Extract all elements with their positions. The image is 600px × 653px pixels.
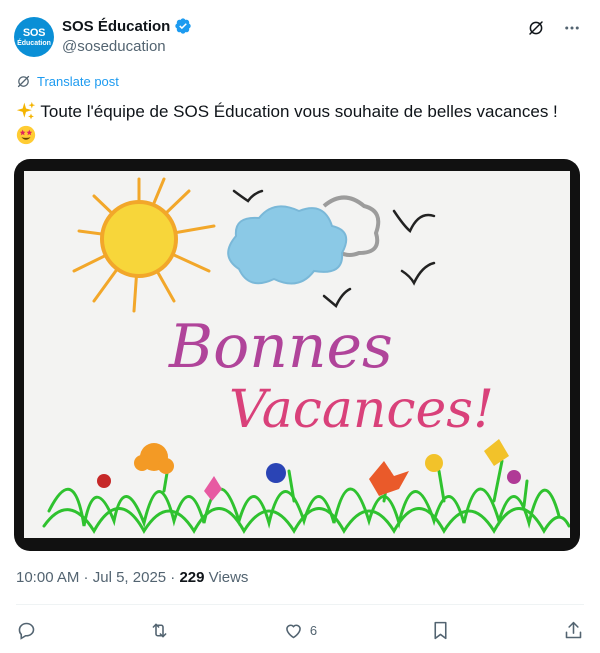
grok-icon[interactable] [526, 18, 546, 38]
tweet-text: Toute l'équipe de SOS Éducation vous sou… [16, 100, 581, 148]
reply-button[interactable] [16, 620, 37, 641]
repost-button[interactable] [149, 620, 170, 641]
share-icon [565, 621, 582, 638]
repost-icon [153, 623, 167, 637]
avatar[interactable]: SOS Éducation [14, 17, 54, 57]
views-label: Views [204, 569, 249, 586]
like-count: 6 [309, 622, 318, 638]
divider [16, 604, 584, 605]
tweet-body: Toute l'équipe de SOS Éducation vous sou… [40, 102, 558, 121]
meta-separator: · [166, 569, 180, 586]
heart-icon [286, 624, 301, 638]
grok-translate-icon [17, 75, 30, 88]
like-button[interactable]: 6 [283, 620, 317, 641]
avatar-text-sos: SOS [22, 26, 46, 39]
sparkles-emoji-icon [16, 101, 36, 120]
translate-label: Translate post [37, 74, 119, 89]
avatar-text-education: Éducation [17, 39, 51, 47]
author-name-row[interactable]: SOS Éducation [62, 17, 192, 35]
translate-post-link[interactable]: Translate post [16, 74, 119, 89]
post-meta: 10:00 AM · Jul 5, 2025 · 229 Views [16, 569, 248, 586]
verified-badge-icon [175, 18, 192, 34]
share-button[interactable] [563, 620, 584, 641]
action-bar: 6 [16, 617, 584, 643]
star-struck-emoji-icon [16, 125, 36, 145]
author-name[interactable]: SOS Éducation [62, 18, 170, 35]
drawing-text-vacances: Vacances! [229, 380, 494, 440]
meta-separator: · [79, 569, 93, 586]
author-handle[interactable]: @soseducation [62, 38, 166, 55]
drawing-text-bonnes: Bonnes [168, 312, 393, 382]
reply-icon [18, 622, 35, 640]
bookmark-icon [434, 621, 447, 639]
bonnes-vacances-drawing: Bonnes Vacances! [24, 171, 570, 538]
views-count[interactable]: 229 [179, 569, 204, 586]
more-options-icon[interactable] [562, 18, 582, 38]
bookmark-button[interactable] [430, 620, 451, 641]
post-time[interactable]: 10:00 AM [16, 569, 79, 586]
post-date[interactable]: Jul 5, 2025 [93, 569, 166, 586]
media-image[interactable]: Bonnes Vacances! [14, 159, 580, 551]
